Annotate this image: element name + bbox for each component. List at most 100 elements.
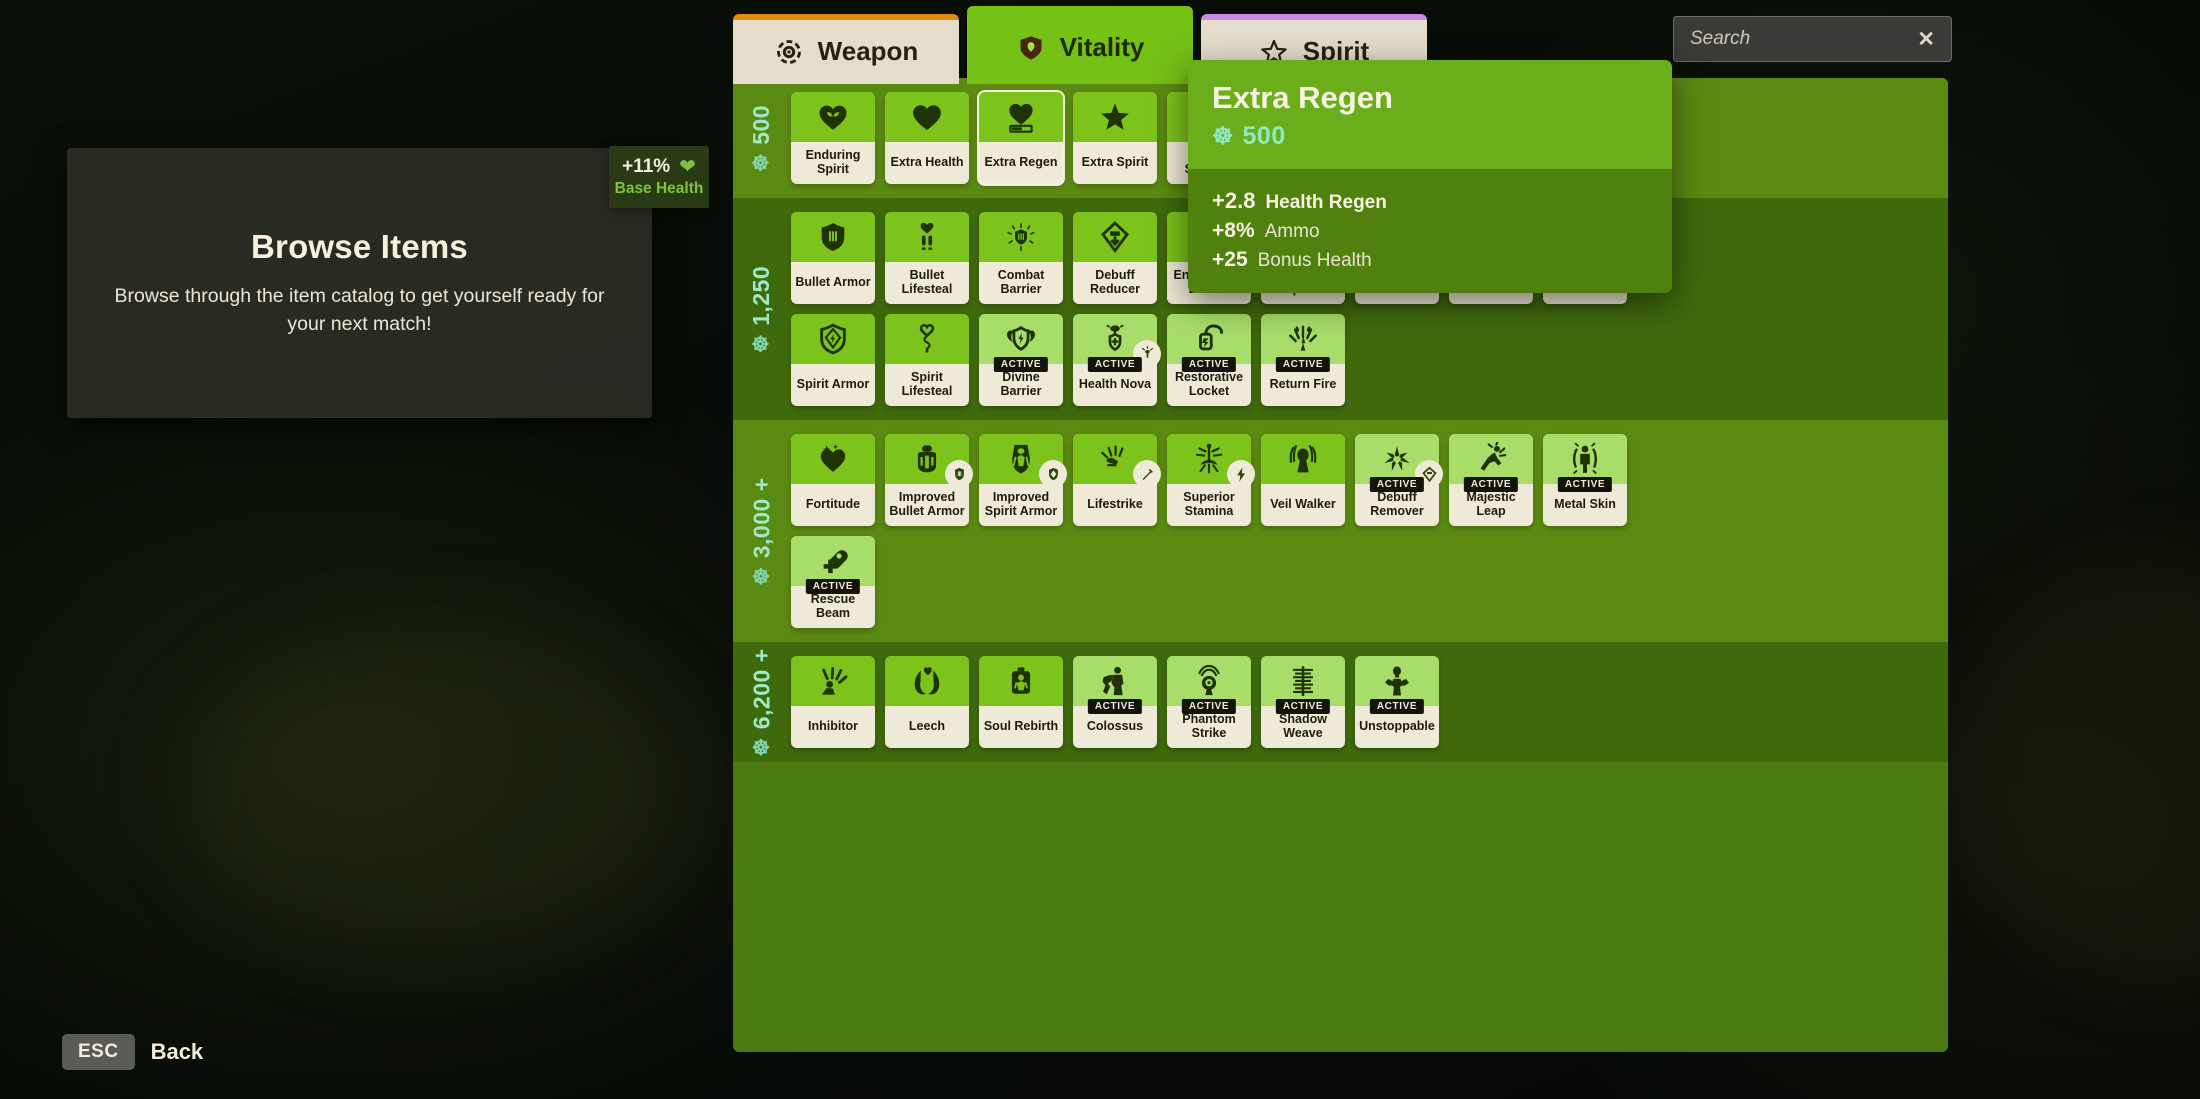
- soul-coin-icon: ☸: [750, 333, 775, 352]
- spirit-armor-small-icon: [1045, 466, 1062, 483]
- active-badge: ACTIVE: [1088, 699, 1142, 714]
- tab-vitality[interactable]: Vitality: [967, 6, 1193, 84]
- tooltip-stat-row: +25Bonus Health: [1212, 248, 1648, 272]
- tier-price-label: ☸500: [733, 92, 791, 184]
- item-card[interactable]: Soul Rebirth: [979, 656, 1063, 748]
- item-card[interactable]: Inhibitor: [791, 656, 875, 748]
- item-art: ACTIVE: [1355, 656, 1439, 706]
- item-name: Superior Stamina: [1167, 484, 1251, 526]
- item-tooltip: Extra Regen ☸ 500 +2.8Health Regen+8%Amm…: [1188, 60, 1672, 293]
- item-card[interactable]: ACTIVEUnstoppable: [1355, 656, 1439, 748]
- item-card[interactable]: Improved Spirit Armor: [979, 434, 1063, 526]
- tab-accent-bar: [1201, 14, 1427, 20]
- item-card[interactable]: Combat Barrier: [979, 212, 1063, 304]
- item-card[interactable]: Bullet Armor: [791, 212, 875, 304]
- item-art: ACTIVE: [1355, 434, 1439, 484]
- item-card[interactable]: ACTIVEReturn Fire: [1261, 314, 1345, 406]
- item-art: [885, 314, 969, 364]
- item-name: Lifestrike: [1073, 484, 1157, 526]
- colossus-icon: [1098, 664, 1132, 698]
- active-badge: ACTIVE: [806, 579, 860, 594]
- item-card[interactable]: Extra Spirit: [1073, 92, 1157, 184]
- item-card[interactable]: ACTIVEHealth Nova: [1073, 314, 1157, 406]
- item-card[interactable]: Fortitude: [791, 434, 875, 526]
- item-card[interactable]: Spirit Lifesteal: [885, 314, 969, 406]
- stat-label: Bonus Health: [1258, 250, 1372, 272]
- item-card[interactable]: Veil Walker: [1261, 434, 1345, 526]
- item-card[interactable]: Extra Health: [885, 92, 969, 184]
- item-card[interactable]: Leech: [885, 656, 969, 748]
- item-card[interactable]: Debuff Reducer: [1073, 212, 1157, 304]
- item-card[interactable]: ACTIVEDebuff Remover: [1355, 434, 1439, 526]
- item-card[interactable]: Superior Stamina: [1167, 434, 1251, 526]
- item-row: FortitudeImproved Bullet ArmorImproved S…: [791, 434, 1936, 526]
- active-badge: ACTIVE: [1182, 357, 1236, 372]
- vitality-shield-icon: [1016, 33, 1046, 63]
- item-card[interactable]: ACTIVERescue Beam: [791, 536, 875, 628]
- search-box[interactable]: ✕: [1673, 16, 1952, 62]
- item-card[interactable]: ACTIVEDivine Barrier: [979, 314, 1063, 406]
- soul-coin-icon: ☸: [750, 737, 775, 756]
- tier-rows: InhibitorLeechSoul RebirthACTIVEColossus…: [791, 656, 1948, 748]
- item-name: Bullet Armor: [791, 262, 875, 304]
- combat-barrier-icon: [1004, 220, 1038, 254]
- item-art: [1073, 212, 1157, 262]
- item-card[interactable]: Extra Regen: [979, 92, 1063, 184]
- item-card[interactable]: ACTIVEShadow Weave: [1261, 656, 1345, 748]
- item-name: Extra Spirit: [1073, 142, 1157, 184]
- item-card[interactable]: Bullet Lifesteal: [885, 212, 969, 304]
- spirit-armor-icon: [816, 322, 850, 356]
- item-art: [791, 314, 875, 364]
- improved-spirit-armor-icon: [1004, 442, 1038, 476]
- tab-weapon[interactable]: Weapon: [733, 14, 959, 84]
- heart-icon: ❤: [679, 157, 696, 177]
- debuff-reducer-icon: [1098, 220, 1132, 254]
- item-art: [885, 434, 969, 484]
- weapon-icon: [774, 37, 804, 67]
- item-card[interactable]: ACTIVERestorative Locket: [1167, 314, 1251, 406]
- back-control[interactable]: ESC Back: [62, 1034, 203, 1070]
- superior-stamina-icon: [1192, 442, 1226, 476]
- item-name: Veil Walker: [1261, 484, 1345, 526]
- item-art: [1073, 434, 1157, 484]
- item-art: [791, 212, 875, 262]
- tooltip-stats: +2.8Health Regen+8%Ammo+25Bonus Health: [1188, 169, 1672, 293]
- tier-price-value: 500: [749, 104, 776, 144]
- base-health-label: Base Health: [615, 180, 704, 198]
- leech-icon: [910, 664, 944, 698]
- shadow-weave-icon: [1286, 664, 1320, 698]
- soul-coin-icon: ☸: [1212, 122, 1234, 151]
- extra-spirit-icon: [1098, 100, 1132, 134]
- item-row: ACTIVERescue Beam: [791, 536, 1936, 628]
- item-art: ACTIVE: [1073, 656, 1157, 706]
- stat-label: Ammo: [1265, 221, 1320, 243]
- tab-label: Vitality: [1060, 32, 1145, 63]
- search-input[interactable]: [1690, 28, 1890, 50]
- bullet-armor-icon: [816, 220, 850, 254]
- close-icon[interactable]: ✕: [1917, 29, 1935, 50]
- item-art: [979, 656, 1063, 706]
- base-health-value-row: +11% ❤: [622, 156, 696, 178]
- item-card[interactable]: Spirit Armor: [791, 314, 875, 406]
- item-card[interactable]: ACTIVEPhantom Strike: [1167, 656, 1251, 748]
- item-card[interactable]: Enduring Spirit: [791, 92, 875, 184]
- return-fire-icon: [1286, 322, 1320, 356]
- item-card[interactable]: Improved Bullet Armor: [885, 434, 969, 526]
- component-badge: [1227, 460, 1255, 488]
- item-art: ACTIVE: [1449, 434, 1533, 484]
- base-health-percent: +11%: [622, 156, 670, 178]
- rescue-beam-icon: [816, 544, 850, 578]
- item-art: [979, 212, 1063, 262]
- item-card[interactable]: ACTIVEColossus: [1073, 656, 1157, 748]
- item-card[interactable]: Lifestrike: [1073, 434, 1157, 526]
- soul-coin-icon: ☸: [750, 566, 775, 585]
- item-name: Improved Spirit Armor: [979, 484, 1063, 526]
- stat-label: Health Regen: [1265, 192, 1386, 214]
- item-art: ACTIVE: [979, 314, 1063, 364]
- item-card[interactable]: ACTIVEMajestic Leap: [1449, 434, 1533, 526]
- item-name: Extra Regen: [979, 142, 1063, 184]
- item-art: [791, 92, 875, 142]
- unstoppable-icon: [1380, 664, 1414, 698]
- browse-description: Browse through the item catalog to get y…: [110, 283, 610, 338]
- item-card[interactable]: ACTIVEMetal Skin: [1543, 434, 1627, 526]
